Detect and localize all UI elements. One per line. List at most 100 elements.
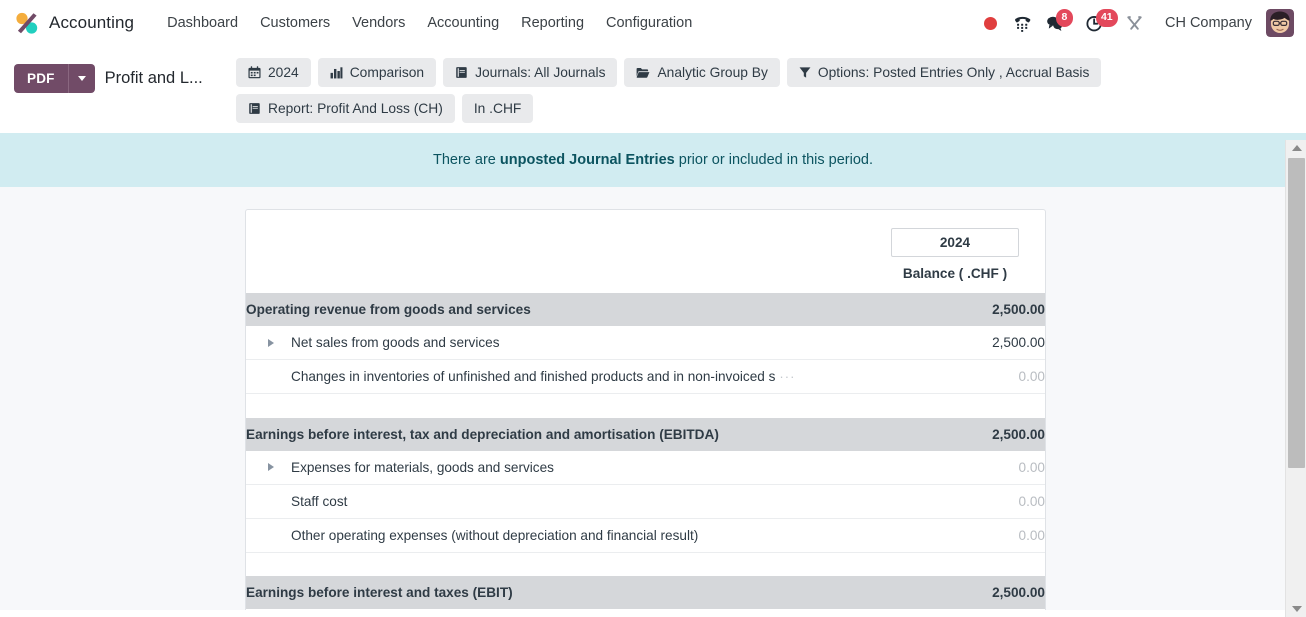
menu-item-reporting[interactable]: Reporting — [510, 9, 595, 37]
report-header-row: 2024 Balance ( .CHF ) — [246, 210, 1045, 293]
currency-filter-label: In .CHF — [473, 101, 522, 116]
messages-button[interactable]: 8 — [1039, 7, 1073, 39]
report-filter-label: Report: Profit And Loss (CH) — [268, 101, 443, 116]
alert-text-prefix: There are — [432, 152, 500, 168]
table-row[interactable]: Net sales from goods and services 2,500.0… — [246, 326, 1045, 360]
report-table-head: 2024 Balance ( .CHF ) — [246, 210, 1045, 293]
table-row[interactable]: Expenses for materials, goods and servic… — [246, 450, 1045, 485]
spacer-cell — [246, 393, 1045, 418]
row-label: Net sales from goods and services — [291, 335, 500, 350]
scroll-up-arrow-icon[interactable] — [1286, 140, 1306, 156]
table-row[interactable]: Staff cost 0.00 — [246, 484, 1045, 519]
scroll-thumb[interactable] — [1288, 158, 1305, 468]
activities-count-badge: 41 — [1095, 9, 1118, 27]
phone-dialpad-icon[interactable] — [1007, 7, 1039, 39]
report-scroll-area: 2024 Balance ( .CHF ) Operating revenue … — [0, 187, 1306, 610]
comparison-filter-button[interactable]: Comparison — [317, 58, 437, 87]
analytic-group-by-filter-button[interactable]: Analytic Group By — [624, 58, 780, 87]
top-navbar: Accounting Dashboard Customers Vendors A… — [0, 0, 1306, 46]
options-filter-label: Options: Posted Entries Only , Accrual B… — [817, 65, 1090, 80]
scroll-down-arrow-icon[interactable] — [1286, 601, 1306, 617]
table-section-row[interactable]: Earnings before interest and taxes (EBIT… — [246, 576, 1045, 609]
activities-button[interactable]: 41 — [1079, 7, 1118, 39]
expand-caret-icon[interactable] — [268, 338, 274, 347]
row-label-cell: Expenses for materials, goods and servic… — [246, 450, 891, 485]
row-value-cell: 0.00 — [891, 450, 1045, 485]
row-label-cell: Other operating expenses (without deprec… — [246, 518, 891, 553]
journals-filter-button[interactable]: Journals: All Journals — [443, 58, 618, 87]
company-switcher[interactable]: CH Company — [1155, 9, 1262, 37]
table-spacer-row — [246, 552, 1045, 576]
calendar-icon — [248, 66, 261, 79]
truncation-ellipsis: ··· — [779, 369, 796, 384]
funnel-icon — [799, 66, 811, 79]
expand-caret-icon[interactable] — [268, 463, 274, 471]
book-icon — [455, 66, 468, 79]
odoo-logo-icon — [14, 10, 40, 36]
row-label-cell: Earnings before interest and taxes (EBIT… — [246, 576, 891, 609]
vertical-scrollbar[interactable] — [1285, 140, 1306, 617]
row-label: Earnings before interest, tax and deprec… — [246, 426, 719, 442]
row-label-cell: Operating revenue from goods and service… — [246, 293, 891, 326]
main-menu: Dashboard Customers Vendors Accounting R… — [156, 9, 703, 37]
row-label-cell: Changes in inventories of unfinished and… — [246, 359, 891, 394]
record-indicator-icon[interactable] — [975, 7, 1007, 39]
user-avatar[interactable] — [1266, 9, 1294, 37]
table-row[interactable]: Changes in inventories of unfinished and… — [246, 359, 1045, 394]
messages-count-badge: 8 — [1055, 9, 1073, 27]
bar-chart-icon — [330, 66, 343, 79]
analytic-group-by-filter-label: Analytic Group By — [657, 65, 768, 80]
menu-item-dashboard[interactable]: Dashboard — [156, 9, 249, 37]
row-label-cell: Net sales from goods and services — [246, 326, 891, 360]
row-label: Changes in inventories of unfinished and… — [291, 369, 776, 384]
table-row[interactable]: Depreciation and valuation adjustments o… — [246, 609, 1045, 610]
menu-item-accounting[interactable]: Accounting — [416, 9, 510, 37]
row-label: Staff cost — [291, 493, 348, 509]
row-value-cell: 2,500.00 — [891, 417, 1045, 451]
vertical-scrollbar-wrapper — [1285, 140, 1306, 617]
menu-item-vendors[interactable]: Vendors — [341, 9, 416, 37]
pdf-export-split-button: PDF — [14, 64, 95, 93]
table-section-row[interactable]: Earnings before interest, tax and deprec… — [246, 417, 1045, 451]
table-section-row[interactable]: Operating revenue from goods and service… — [246, 293, 1045, 326]
report-card: 2024 Balance ( .CHF ) Operating revenue … — [245, 209, 1046, 610]
balance-column-label: Balance ( .CHF ) — [902, 266, 1008, 281]
date-filter-button[interactable]: 2024 — [236, 58, 311, 87]
row-value-cell: 2,500.00 — [891, 576, 1045, 609]
table-spacer-row — [246, 393, 1045, 418]
period-header-label[interactable]: 2024 — [891, 228, 1019, 257]
table-row[interactable]: Other operating expenses (without deprec… — [246, 518, 1045, 553]
row-value-cell: 2,500.00 — [891, 326, 1045, 360]
row-label-cell: Depreciation and valuation adjustments o… — [246, 609, 891, 610]
period-header-cell: 2024 Balance ( .CHF ) — [891, 210, 1045, 293]
spacer-cell — [246, 552, 1045, 576]
row-value-cell: 0.00 — [891, 609, 1045, 610]
control-panel-left: PDF Profit and L... — [14, 52, 236, 93]
systray: 8 41 CH Company — [975, 7, 1294, 39]
wrench-tools-icon[interactable] — [1119, 7, 1151, 39]
report-filter-button[interactable]: Report: Profit And Loss (CH) — [236, 94, 455, 123]
options-filter-button[interactable]: Options: Posted Entries Only , Accrual B… — [786, 58, 1102, 87]
brand-name: Accounting — [49, 13, 135, 32]
brand-home-link[interactable]: Accounting — [14, 10, 134, 36]
date-filter-label: 2024 — [268, 65, 299, 80]
alert-text-suffix: prior or included in this period. — [674, 152, 874, 168]
menu-item-configuration[interactable]: Configuration — [595, 9, 703, 37]
page-title: Profit and L... — [104, 69, 203, 87]
row-label: Expenses for materials, goods and servic… — [291, 459, 554, 475]
chevron-down-icon — [77, 76, 86, 81]
menu-item-customers[interactable]: Customers — [249, 9, 341, 37]
unposted-entries-alert: There are unposted Journal Entries prior… — [0, 133, 1306, 187]
row-label: Other operating expenses (without deprec… — [291, 527, 699, 543]
row-label: Operating revenue from goods and service… — [246, 302, 531, 317]
comparison-filter-label: Comparison — [349, 65, 425, 80]
report-table-body: Operating revenue from goods and service… — [246, 293, 1045, 610]
alert-text-strong: unposted Journal Entries — [499, 152, 675, 168]
pdf-export-dropdown-button[interactable] — [67, 64, 95, 93]
pdf-export-button[interactable]: PDF — [14, 64, 68, 93]
header-spacer-cell — [246, 210, 891, 293]
profit-and-loss-table: 2024 Balance ( .CHF ) Operating revenue … — [246, 210, 1045, 610]
currency-filter-button[interactable]: In .CHF — [461, 94, 534, 123]
row-value-cell: 2,500.00 — [891, 293, 1045, 326]
control-panel: PDF Profit and L... 2024 Comparison Jour… — [0, 46, 1306, 133]
